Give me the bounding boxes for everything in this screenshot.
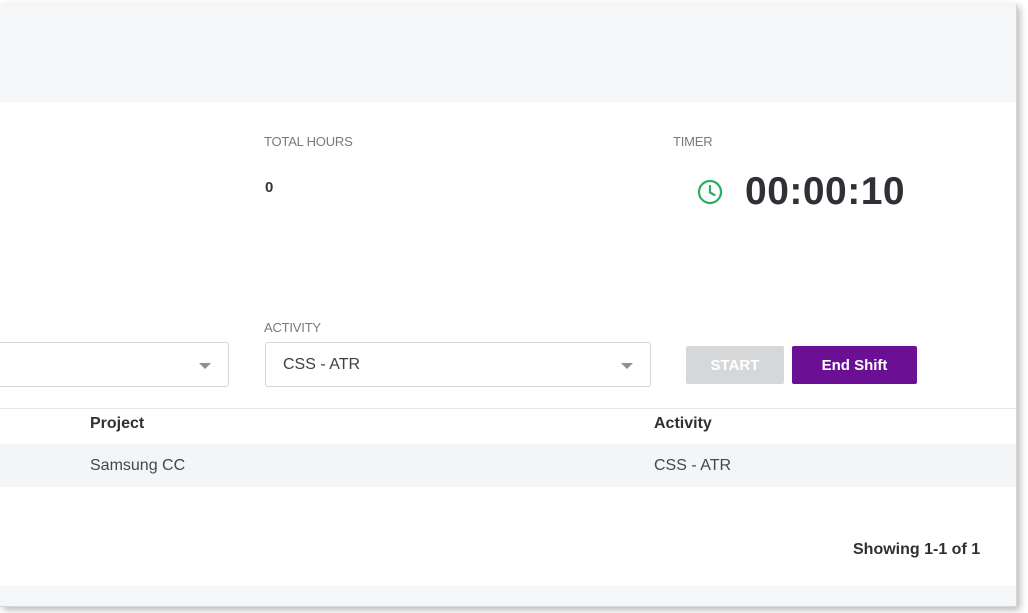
table-cell-activity: CSS - ATR	[654, 457, 732, 474]
start-button[interactable]: START	[686, 346, 784, 384]
footer-band	[0, 586, 1016, 606]
header-band	[0, 4, 1016, 102]
chevron-down-icon	[621, 363, 633, 369]
clock-icon	[697, 179, 723, 205]
screenshot-frame: TOTAL HOURS 0 TIMER 00:00:10 ACTIVITY CS…	[0, 0, 1028, 613]
activity-select[interactable]: CSS - ATR	[265, 342, 651, 387]
timer-label: TIMER	[673, 134, 713, 149]
total-hours-value: 0	[265, 179, 274, 196]
timer-display: 00:00:10	[697, 170, 905, 214]
activity-select-value: CSS - ATR	[283, 356, 361, 373]
pagination-summary: Showing 1-1 of 1	[853, 541, 981, 558]
project-select[interactable]	[0, 342, 229, 387]
table-cell-project: Samsung CC	[90, 457, 186, 474]
time-tracker-panel: TOTAL HOURS 0 TIMER 00:00:10 ACTIVITY CS…	[0, 4, 1017, 607]
table-header-divider	[0, 408, 1016, 409]
column-header-activity: Activity	[654, 415, 712, 432]
end-shift-button[interactable]: End Shift	[792, 346, 917, 384]
chevron-down-icon	[199, 363, 211, 369]
activity-label: ACTIVITY	[264, 320, 321, 335]
timer-value: 00:00:10	[745, 170, 906, 213]
column-header-project: Project	[90, 415, 145, 432]
total-hours-label: TOTAL HOURS	[264, 134, 353, 149]
